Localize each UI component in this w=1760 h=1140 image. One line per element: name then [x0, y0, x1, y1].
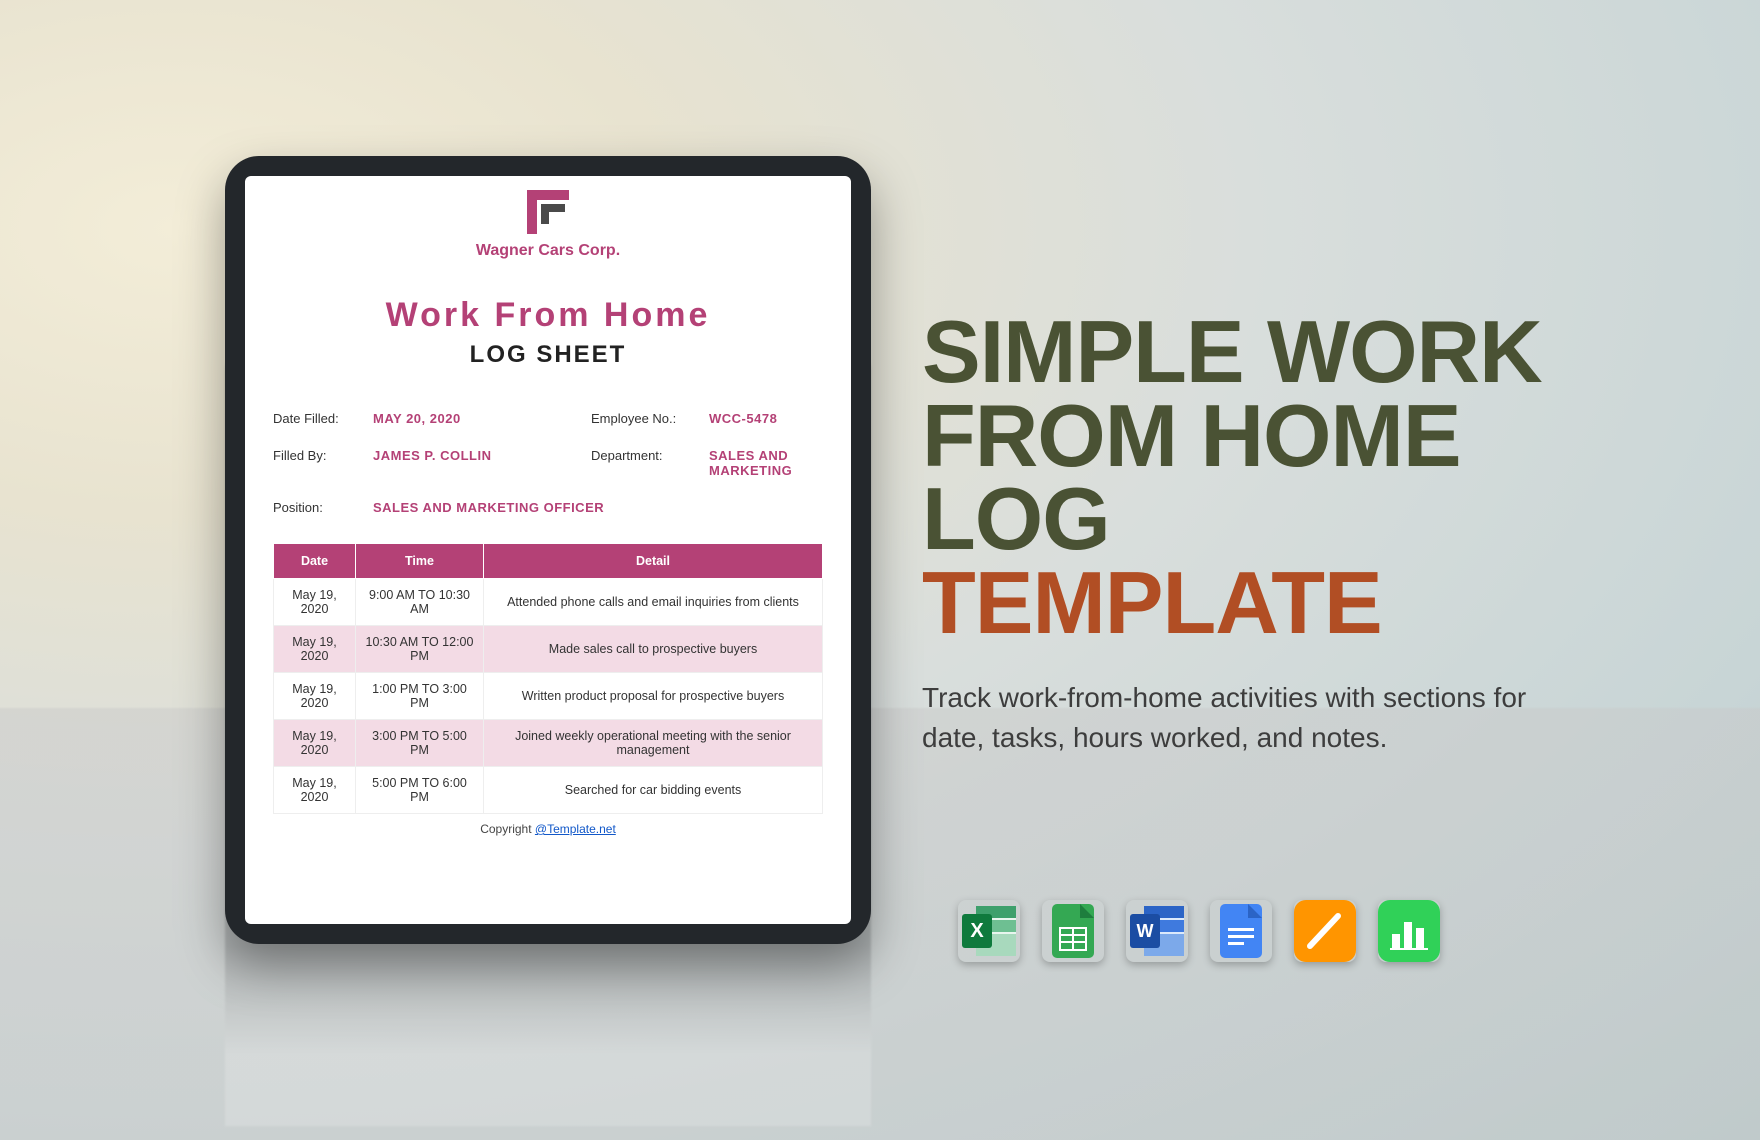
value-department: SALES AND MARKETING — [709, 448, 849, 478]
cell-time: 9:00 AM TO 10:30 AM — [356, 579, 484, 626]
promo-heading-main: SIMPLE WORK FROM HOME LOG — [922, 302, 1542, 568]
value-employee-no: WCC-5478 — [709, 411, 849, 426]
promo-description: Track work-from-home activities with sec… — [922, 678, 1572, 756]
copyright-link[interactable]: @Template.net — [535, 822, 616, 836]
table-row: May 19, 20203:00 PM TO 5:00 PMJoined wee… — [274, 720, 823, 767]
cell-time: 10:30 AM TO 12:00 PM — [356, 626, 484, 673]
document-screen: Wagner Cars Corp. Work From Home LOG SHE… — [245, 176, 851, 924]
value-date-filled: MAY 20, 2020 — [373, 411, 583, 426]
meta-grid: Date Filled: MAY 20, 2020 Employee No.: … — [273, 411, 823, 515]
cell-time: 5:00 PM TO 6:00 PM — [356, 767, 484, 814]
table-row: May 19, 202010:30 AM TO 12:00 PMMade sal… — [274, 626, 823, 673]
word-icon: W — [1126, 900, 1188, 962]
col-time: Time — [356, 544, 484, 579]
table-row: May 19, 20209:00 AM TO 10:30 AMAttended … — [274, 579, 823, 626]
label-department: Department: — [591, 448, 701, 478]
company-name: Wagner Cars Corp. — [273, 242, 823, 260]
apple-pages-icon — [1294, 900, 1356, 962]
app-icons-row: X W — [958, 900, 1440, 962]
google-sheets-icon — [1042, 900, 1104, 962]
cell-date: May 19, 2020 — [274, 767, 356, 814]
promo-heading-accent: TEMPLATE — [922, 561, 1572, 645]
col-date: Date — [274, 544, 356, 579]
cell-detail: Joined weekly operational meeting with t… — [484, 720, 823, 767]
apple-numbers-icon — [1378, 900, 1440, 962]
tablet-reflection — [225, 946, 871, 1126]
label-date-filled: Date Filled: — [273, 411, 365, 426]
tablet-frame: Wagner Cars Corp. Work From Home LOG SHE… — [225, 156, 871, 944]
copyright-line: Copyright @Template.net — [273, 822, 823, 836]
value-position: SALES AND MARKETING OFFICER — [373, 500, 849, 515]
cell-detail: Made sales call to prospective buyers — [484, 626, 823, 673]
google-docs-icon — [1210, 900, 1272, 962]
company-logo-icon — [521, 190, 575, 234]
label-employee-no: Employee No.: — [591, 411, 701, 426]
svg-text:X: X — [970, 920, 984, 942]
log-table: Date Time Detail May 19, 20209:00 AM TO … — [273, 543, 823, 814]
table-header-row: Date Time Detail — [274, 544, 823, 579]
cell-date: May 19, 2020 — [274, 626, 356, 673]
label-filled-by: Filled By: — [273, 448, 365, 478]
cell-detail: Attended phone calls and email inquiries… — [484, 579, 823, 626]
doc-title-top: Work From Home — [273, 296, 823, 335]
cell-detail: Written product proposal for prospective… — [484, 673, 823, 720]
excel-icon: X — [958, 900, 1020, 962]
cell-time: 1:00 PM TO 3:00 PM — [356, 673, 484, 720]
cell-date: May 19, 2020 — [274, 720, 356, 767]
table-row: May 19, 20201:00 PM TO 3:00 PMWritten pr… — [274, 673, 823, 720]
cell-date: May 19, 2020 — [274, 579, 356, 626]
doc-title-bottom: LOG SHEET — [273, 341, 823, 369]
copyright-prefix: Copyright — [480, 822, 535, 836]
value-filled-by: JAMES P. COLLIN — [373, 448, 583, 478]
cell-detail: Searched for car bidding events — [484, 767, 823, 814]
promo-heading: SIMPLE WORK FROM HOME LOG TEMPLATE — [922, 310, 1572, 644]
cell-time: 3:00 PM TO 5:00 PM — [356, 720, 484, 767]
label-position: Position: — [273, 500, 365, 515]
col-detail: Detail — [484, 544, 823, 579]
svg-text:W: W — [1137, 921, 1154, 941]
table-row: May 19, 20205:00 PM TO 6:00 PMSearched f… — [274, 767, 823, 814]
cell-date: May 19, 2020 — [274, 673, 356, 720]
promo-text-block: SIMPLE WORK FROM HOME LOG TEMPLATE Track… — [922, 310, 1572, 757]
